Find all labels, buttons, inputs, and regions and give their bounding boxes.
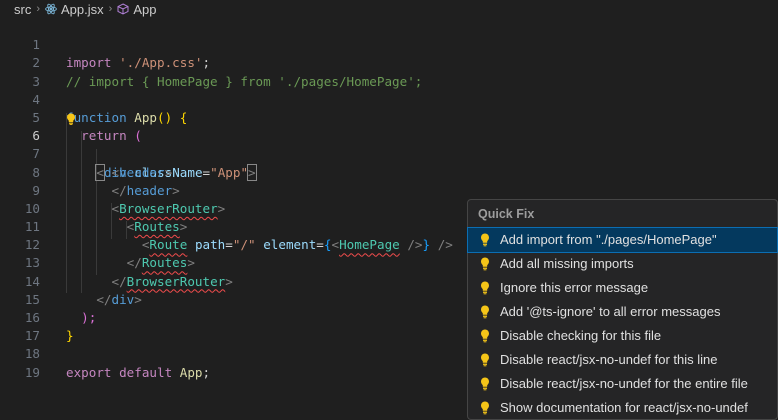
breadcrumb-item-symbol[interactable]: App bbox=[117, 2, 156, 17]
line-number: 19 bbox=[24, 364, 40, 380]
breadcrumb: src › App.jsx › App bbox=[0, 0, 778, 18]
component-icon bbox=[117, 3, 129, 15]
breadcrumb-label: src bbox=[14, 1, 32, 17]
lightbulb-icon bbox=[481, 257, 489, 271]
quick-fix-item[interactable]: Show documentation for react/jsx-no-unde… bbox=[468, 396, 777, 420]
quick-fix-item[interactable]: Add '@ts-ignore' to all error messages bbox=[468, 300, 777, 324]
quick-fix-label: Ignore this error message bbox=[500, 280, 649, 295]
code-line: 4 function App() { bbox=[0, 73, 778, 125]
quick-fix-label: Disable react/jsx-no-undef for the entir… bbox=[500, 376, 748, 391]
quick-fix-label: Add all missing imports bbox=[500, 256, 634, 271]
lightbulb-icon bbox=[481, 353, 489, 367]
code-line: 8 </header> bbox=[0, 145, 778, 198]
quick-fix-label: Add '@ts-ignore' to all error messages bbox=[500, 304, 721, 319]
lightbulb-icon bbox=[481, 281, 489, 295]
quick-fix-label: Disable react/jsx-no-undef for this line bbox=[500, 352, 718, 367]
quick-fix-item[interactable]: Add import from "./pages/HomePage" bbox=[467, 227, 778, 253]
lightbulb-icon bbox=[481, 305, 489, 319]
quick-fix-item[interactable]: Ignore this error message bbox=[468, 276, 777, 300]
breadcrumb-item-src[interactable]: src bbox=[14, 2, 31, 17]
react-icon bbox=[45, 3, 57, 15]
quick-fix-item[interactable]: Disable checking for this file bbox=[468, 324, 777, 348]
code-line: 3 bbox=[0, 54, 778, 89]
lightbulb-icon bbox=[481, 377, 489, 391]
code-line: 7 <header> bbox=[0, 127, 778, 179]
lightbulb-icon bbox=[481, 401, 489, 415]
code-line-active: 6 <div className="App"> bbox=[0, 109, 778, 181]
quick-fix-title: Quick Fix bbox=[478, 207, 535, 221]
quick-fix-item[interactable]: Disable react/jsx-no-undef for this line bbox=[468, 348, 777, 372]
lightbulb-icon bbox=[481, 329, 489, 343]
code-line: 9 <BrowserRouter> bbox=[0, 164, 778, 216]
lightbulb-icon[interactable] bbox=[66, 113, 76, 125]
breadcrumb-label: App.jsx bbox=[61, 1, 104, 17]
code-line: 5 return ( bbox=[0, 91, 778, 143]
breadcrumb-label: App bbox=[133, 1, 157, 17]
code-line: 1 import './App.css'; bbox=[0, 18, 778, 70]
quick-fix-label: Disable checking for this file bbox=[500, 328, 662, 343]
code-line: 2 // import { HomePage } from './pages/H… bbox=[0, 36, 778, 88]
breadcrumb-item-file[interactable]: App.jsx bbox=[45, 2, 104, 17]
code-line: 10 <Routes> bbox=[0, 182, 778, 234]
quick-fix-label: Show documentation for react/jsx-no-unde… bbox=[500, 400, 748, 415]
lightbulb-icon bbox=[481, 233, 489, 247]
quick-fix-menu: Quick Fix Add import from "./pages/HomeP… bbox=[467, 199, 778, 420]
chevron-right-icon: › bbox=[108, 3, 113, 15]
quick-fix-label: Add import from "./pages/HomePage" bbox=[500, 232, 717, 247]
chevron-right-icon: › bbox=[36, 3, 41, 15]
quick-fix-item[interactable]: Add all missing imports bbox=[468, 252, 777, 276]
quick-fix-item[interactable]: Disable react/jsx-no-undef for the entir… bbox=[468, 372, 777, 396]
